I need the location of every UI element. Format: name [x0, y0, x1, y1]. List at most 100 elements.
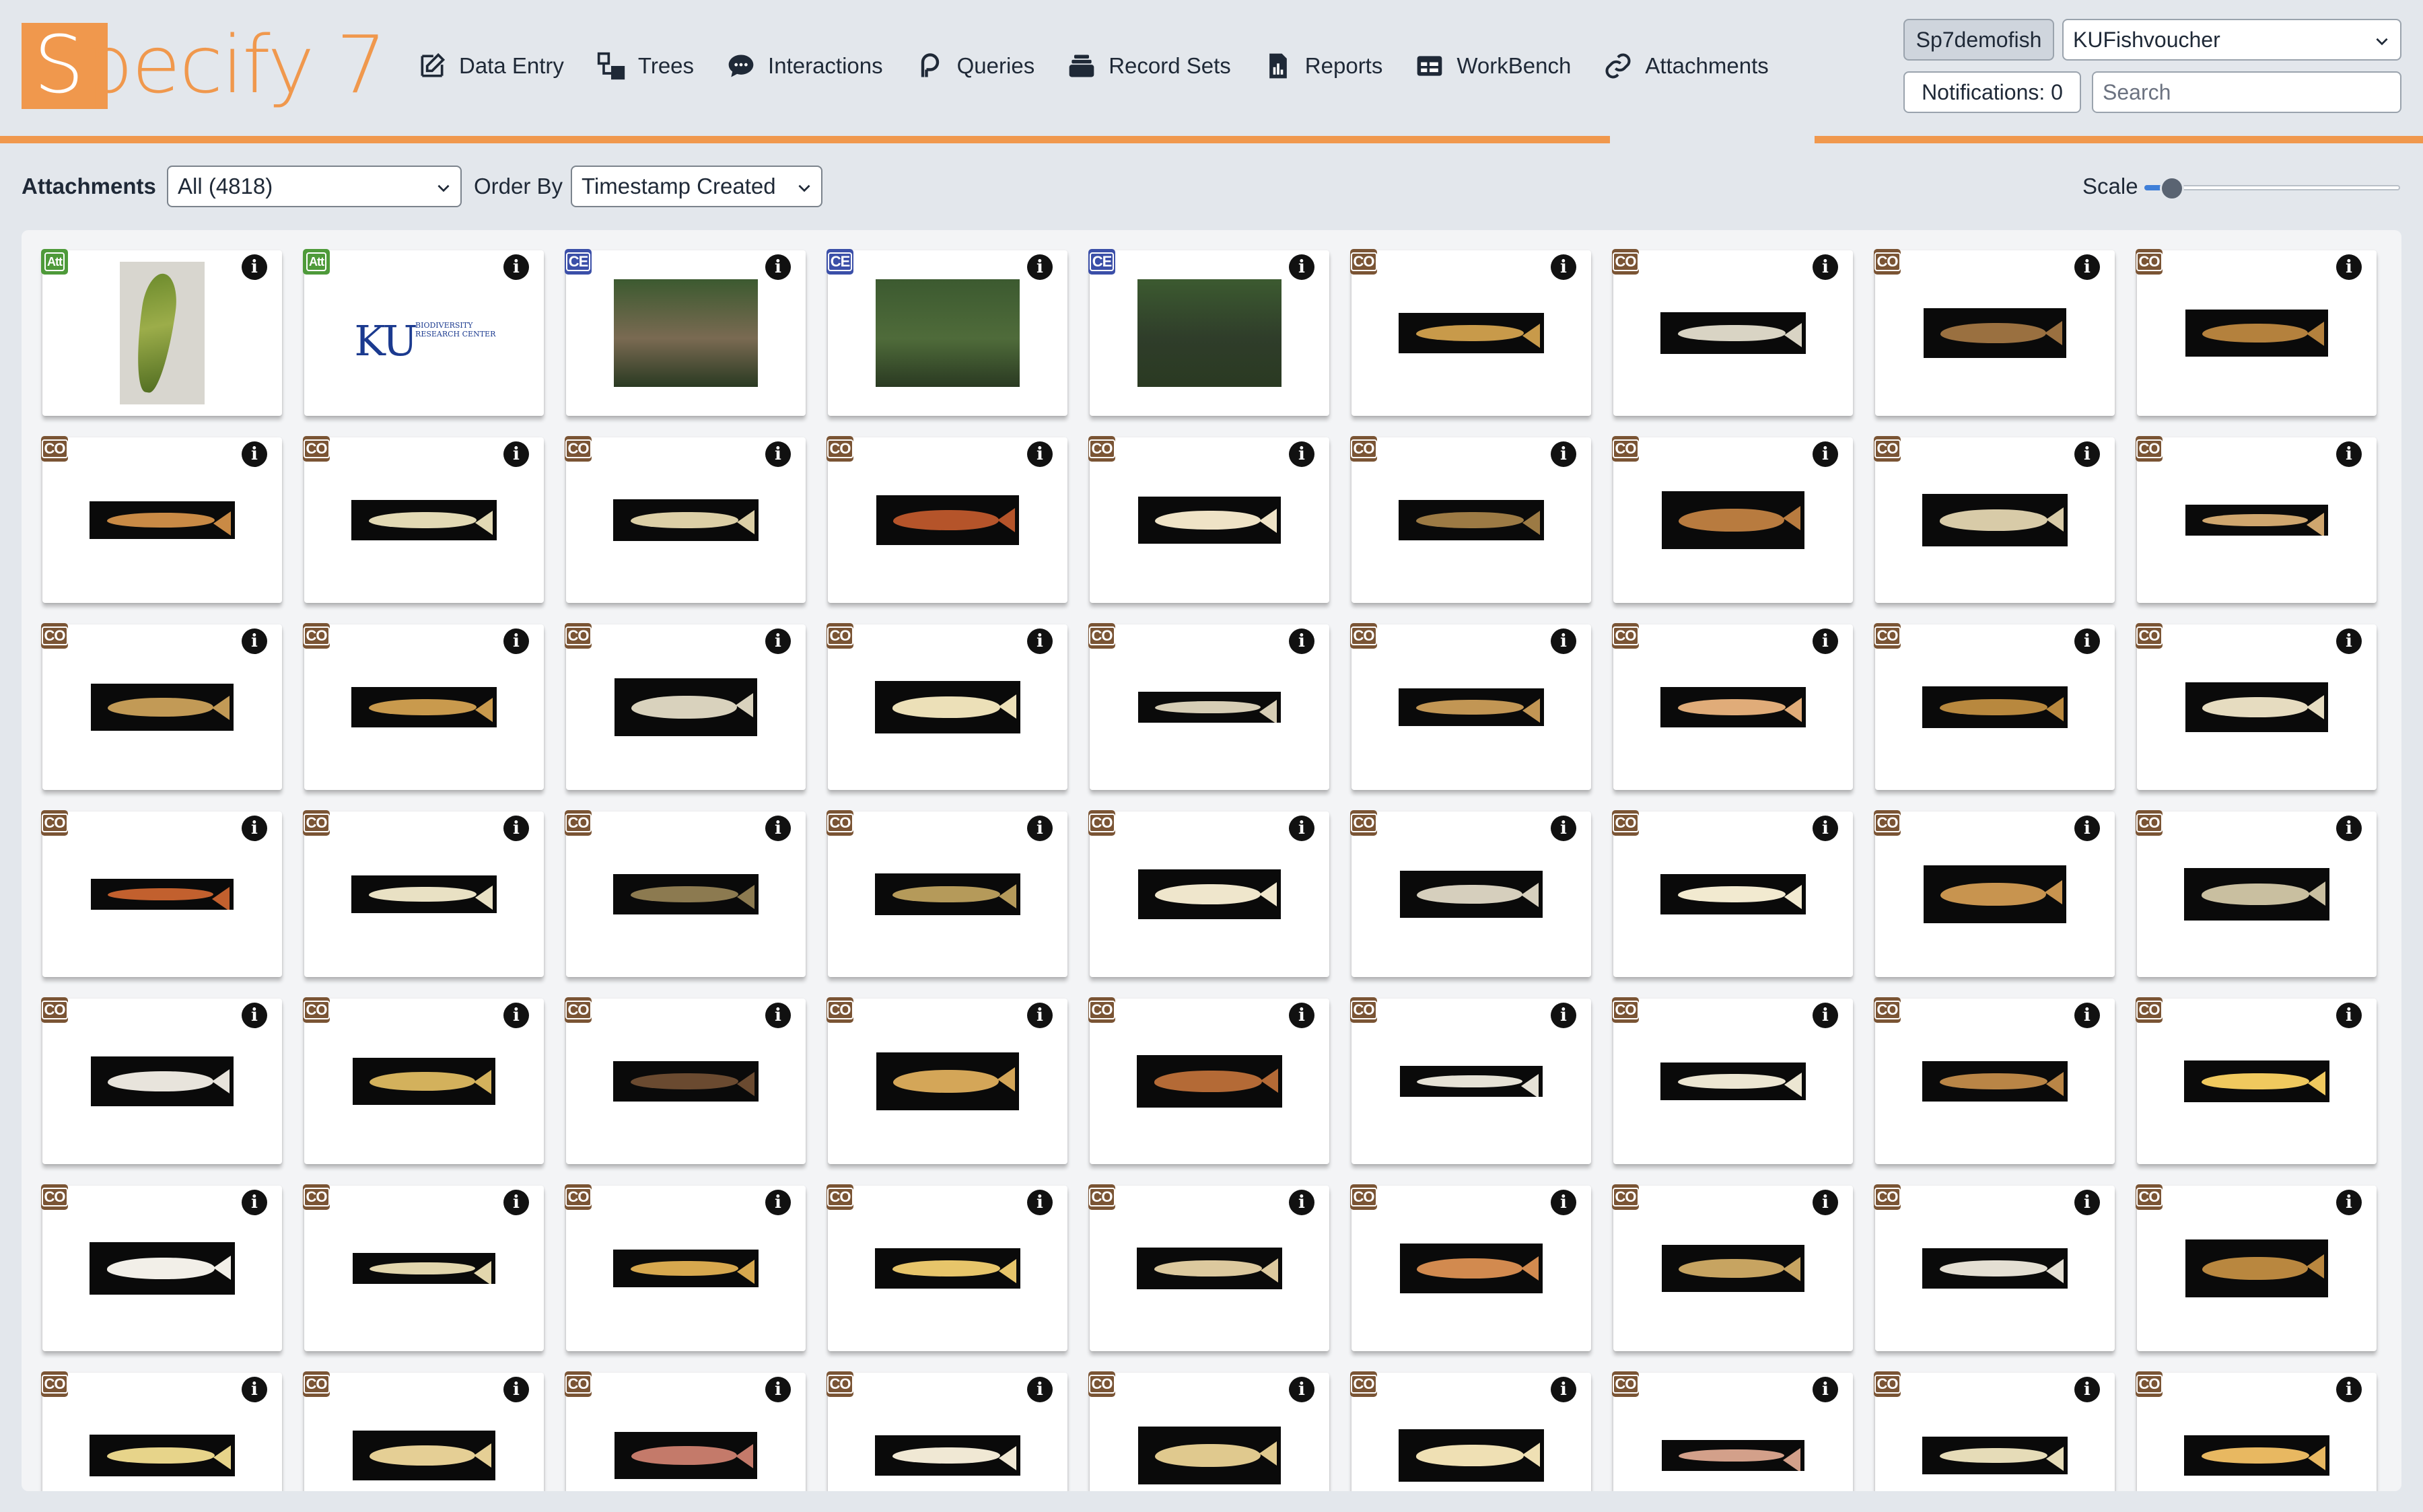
info-icon[interactable]: i	[2074, 1377, 2100, 1402]
nav-trees[interactable]: Trees	[596, 44, 694, 87]
nav-attachments[interactable]: Attachments	[1603, 44, 1769, 87]
info-icon[interactable]: i	[503, 254, 529, 280]
fish-specimen-thumbnail[interactable]	[1660, 687, 1806, 727]
attachment-card[interactable]: CO i	[1874, 249, 2115, 416]
info-icon[interactable]: i	[1551, 816, 1576, 841]
attachment-card[interactable]: CO i	[1874, 1184, 2115, 1351]
fish-specimen-thumbnail[interactable]	[2185, 505, 2328, 536]
filter-select[interactable]: All (4818)	[167, 166, 462, 207]
attachment-card[interactable]: CO i	[827, 436, 1067, 603]
attachment-card[interactable]: CO i	[827, 997, 1067, 1164]
fish-specimen-thumbnail[interactable]	[613, 499, 759, 541]
attachment-card[interactable]: CO i	[41, 810, 282, 977]
attachment-card[interactable]: CO i	[303, 623, 544, 790]
fish-specimen-thumbnail[interactable]	[1924, 865, 2066, 923]
order-by-select[interactable]: Timestamp Created	[571, 166, 822, 207]
document-thumbnail[interactable]	[120, 262, 205, 404]
fish-specimen-thumbnail[interactable]	[876, 1052, 1019, 1110]
attachment-card[interactable]: CO i	[1874, 623, 2115, 790]
info-icon[interactable]: i	[242, 628, 267, 654]
attachment-card[interactable]: CE i	[565, 249, 806, 416]
fish-specimen-thumbnail[interactable]	[875, 681, 1020, 733]
info-icon[interactable]: i	[1289, 1377, 1314, 1402]
info-icon[interactable]: i	[1551, 1377, 1576, 1402]
info-icon[interactable]: i	[242, 254, 267, 280]
attachment-card[interactable]: CO i	[303, 1371, 544, 1491]
fish-specimen-thumbnail[interactable]	[1922, 494, 2068, 546]
attachment-card[interactable]: CO i	[2136, 1184, 2377, 1351]
attachment-card[interactable]: CO i	[2136, 249, 2377, 416]
attachment-card[interactable]: CO i	[41, 623, 282, 790]
info-icon[interactable]: i	[242, 1190, 267, 1215]
info-icon[interactable]: i	[1289, 816, 1314, 841]
fish-specimen-thumbnail[interactable]	[875, 1435, 1020, 1476]
fish-specimen-thumbnail[interactable]	[2185, 1239, 2328, 1297]
info-icon[interactable]: i	[1551, 441, 1576, 467]
info-icon[interactable]: i	[765, 1190, 791, 1215]
attachment-card[interactable]: CO i	[41, 1184, 282, 1351]
info-icon[interactable]: i	[2336, 1190, 2362, 1215]
attachment-card[interactable]: CO i	[303, 997, 544, 1164]
attachment-card[interactable]: CO i	[565, 1371, 806, 1491]
notifications-button[interactable]: Notifications: 0	[1903, 71, 2081, 113]
attachment-card[interactable]: CO i	[1874, 810, 2115, 977]
attachment-card[interactable]: CO i	[1350, 1184, 1591, 1351]
fish-specimen-thumbnail[interactable]	[614, 1432, 757, 1479]
info-icon[interactable]: i	[503, 1190, 529, 1215]
fish-specimen-thumbnail[interactable]	[1399, 1429, 1544, 1482]
attachment-card[interactable]: CO i	[565, 436, 806, 603]
fish-specimen-thumbnail[interactable]	[353, 1253, 495, 1284]
attachment-card[interactable]: CO i	[303, 1184, 544, 1351]
nav-queries[interactable]: Queries	[915, 44, 1034, 87]
info-icon[interactable]: i	[765, 1003, 791, 1028]
collecting-event-photo[interactable]	[614, 279, 758, 387]
info-icon[interactable]: i	[503, 441, 529, 467]
attachment-card[interactable]: CO i	[1350, 249, 1591, 416]
attachment-card[interactable]: CO i	[827, 1184, 1067, 1351]
attachment-card[interactable]: CO i	[41, 1371, 282, 1491]
attachment-card[interactable]: CO i	[1612, 1371, 1853, 1491]
attachment-card[interactable]: CO i	[1350, 436, 1591, 603]
fish-specimen-thumbnail[interactable]	[1137, 1248, 1282, 1289]
info-icon[interactable]: i	[1027, 441, 1053, 467]
info-icon[interactable]: i	[1551, 628, 1576, 654]
attachment-card[interactable]: CO i	[1612, 249, 1853, 416]
info-icon[interactable]: i	[1027, 254, 1053, 280]
fish-specimen-thumbnail[interactable]	[1662, 491, 1804, 549]
fish-specimen-thumbnail[interactable]	[91, 684, 234, 731]
info-icon[interactable]: i	[242, 816, 267, 841]
collecting-event-photo[interactable]	[1137, 279, 1281, 387]
attachment-card[interactable]: CO i	[2136, 436, 2377, 603]
fish-specimen-thumbnail[interactable]	[1400, 871, 1543, 918]
nav-data-entry[interactable]: Data Entry	[417, 44, 564, 87]
info-icon[interactable]: i	[2074, 254, 2100, 280]
attachment-card[interactable]: CO i	[41, 997, 282, 1164]
attachment-card[interactable]: CO i	[1612, 436, 1853, 603]
attachment-card[interactable]: CO i	[827, 1371, 1067, 1491]
search-input[interactable]	[2092, 71, 2401, 113]
attachment-card[interactable]: CO i	[41, 436, 282, 603]
fish-specimen-thumbnail[interactable]	[1662, 1245, 1804, 1292]
attachment-card[interactable]: CO i	[565, 997, 806, 1164]
fish-specimen-thumbnail[interactable]	[1922, 1248, 2068, 1289]
info-icon[interactable]: i	[2074, 1003, 2100, 1028]
info-icon[interactable]: i	[503, 816, 529, 841]
fish-specimen-thumbnail[interactable]	[875, 1248, 1020, 1289]
fish-specimen-thumbnail[interactable]	[351, 500, 497, 540]
info-icon[interactable]: i	[1813, 1190, 1838, 1215]
fish-specimen-thumbnail[interactable]	[1399, 313, 1544, 353]
fish-specimen-thumbnail[interactable]	[1660, 312, 1806, 354]
fish-specimen-thumbnail[interactable]	[614, 678, 757, 736]
fish-specimen-thumbnail[interactable]	[90, 1242, 235, 1295]
fish-specimen-thumbnail[interactable]	[91, 1056, 234, 1106]
fish-specimen-thumbnail[interactable]	[875, 873, 1020, 915]
fish-specimen-thumbnail[interactable]	[1660, 1063, 1806, 1100]
info-icon[interactable]: i	[242, 1003, 267, 1028]
fish-specimen-thumbnail[interactable]	[876, 495, 1019, 545]
fish-specimen-thumbnail[interactable]	[351, 875, 497, 913]
fish-specimen-thumbnail[interactable]	[2185, 682, 2328, 732]
attachment-card[interactable]: CO i	[2136, 997, 2377, 1164]
fish-specimen-thumbnail[interactable]	[1137, 1055, 1282, 1108]
info-icon[interactable]: i	[2074, 1190, 2100, 1215]
fish-specimen-thumbnail[interactable]	[1399, 500, 1544, 540]
